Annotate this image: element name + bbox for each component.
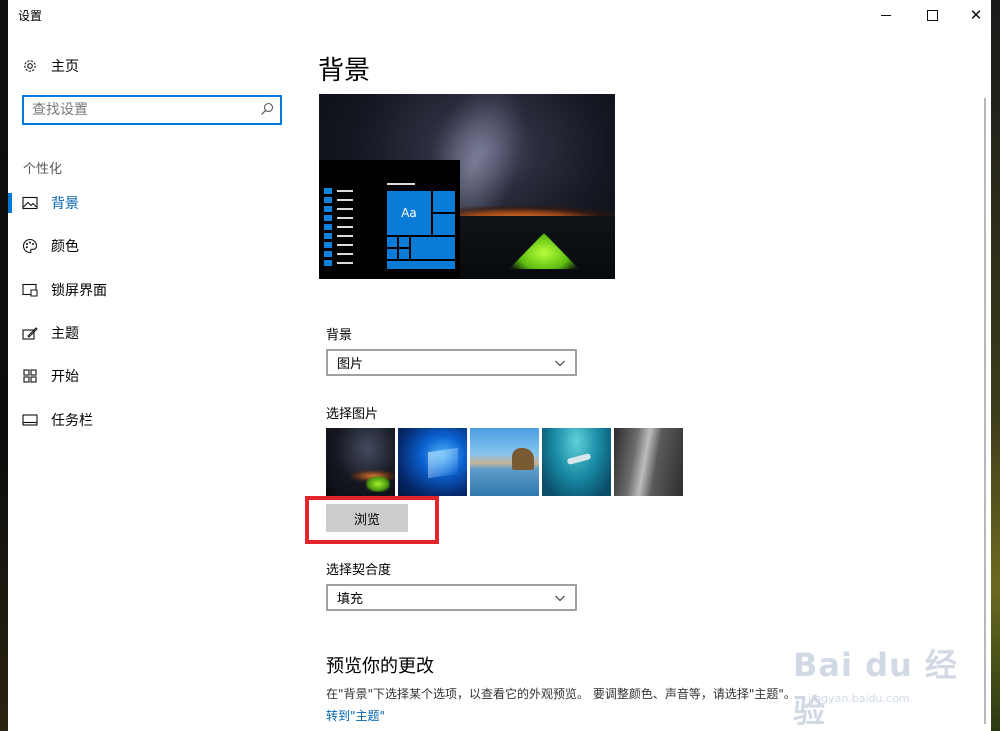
background-type-label: 背景 [326,328,353,343]
baidu-watermark: Bai du 经验 jingyan.baidu.com [768,622,958,730]
preview-tiles-header [387,183,415,185]
desktop-edge-right [991,0,1000,731]
close-button[interactable]: ✕ [953,0,991,30]
sidebar-home-label: 主页 [51,59,79,75]
sidebar-item-themes[interactable]: 主题 [8,315,298,351]
desktop-edge-left [0,0,8,731]
lock-screen-icon [22,282,38,298]
page-title: 背景 [318,56,371,86]
thumbnail-beach-rock[interactable] [470,428,539,496]
background-type-value: 图片 [337,357,364,372]
settings-window: 设置 ✕ 主页 个性化 背景 [8,0,991,731]
sidebar: 主页 个性化 背景 颜色 锁屏界面 [8,30,298,731]
fit-value: 填充 [337,592,364,607]
theme-icon [22,325,38,341]
goto-themes-link[interactable]: 转到"主题" [326,707,385,724]
window-title: 设置 [18,9,43,23]
highlight-box [305,496,439,544]
taskbar-icon [22,412,38,428]
chevron-down-icon [555,595,565,601]
choose-picture-label: 选择图片 [326,407,379,422]
fit-label: 选择契合度 [326,563,392,578]
sidebar-item-colors[interactable]: 颜色 [8,228,298,264]
background-type-dropdown[interactable]: 图片 [326,349,577,376]
sidebar-item-background[interactable]: 背景 [8,185,298,221]
preview-tiles: Aa [387,191,455,269]
sidebar-item-start[interactable]: 开始 [8,358,298,394]
section-label-personalization: 个性化 [23,162,63,177]
close-icon: ✕ [969,5,983,24]
sidebar-home[interactable]: 主页 [22,56,79,76]
sidebar-item-label: 任务栏 [51,413,93,429]
thumbnail-rock-face[interactable] [614,428,683,496]
sidebar-item-label: 颜色 [51,239,79,255]
title-bar[interactable]: 设置 ✕ [8,0,991,30]
chevron-down-icon [555,360,565,366]
thumbnail-night-tent[interactable] [326,428,395,496]
sidebar-item-label: 开始 [51,369,79,385]
watermark-text: Bai du 经验 [793,646,958,730]
sidebar-item-label: 锁屏界面 [51,283,107,299]
search-icon[interactable] [260,102,274,116]
picture-icon [22,195,38,211]
start-icon [22,368,38,384]
sidebar-item-lock-screen[interactable]: 锁屏界面 [8,272,298,308]
fit-dropdown[interactable]: 填充 [326,584,577,611]
watermark-sub: jingyan.baidu.com [808,692,910,705]
scrollbar[interactable] [984,98,986,724]
thumbnail-underwater[interactable] [542,428,611,496]
sidebar-item-taskbar[interactable]: 任务栏 [8,402,298,438]
sidebar-item-label: 背景 [51,196,79,212]
search-box[interactable] [22,95,282,125]
preview-description: 在"背景"下选择某个选项，以查看它的外观预览。 要调整颜色、声音等，请选择"主题… [326,687,796,701]
preview-changes-heading: 预览你的更改 [326,656,434,677]
sidebar-item-label: 主题 [51,326,79,342]
minimize-icon [881,14,891,16]
maximize-button[interactable] [909,0,955,30]
minimize-button[interactable] [863,0,909,30]
maximize-icon [926,9,938,21]
preview-tile-aa: Aa [387,191,431,235]
thumbnail-windows-light[interactable] [398,428,467,496]
palette-icon [22,238,38,254]
background-preview: Aa [319,94,615,279]
gear-icon [24,60,36,72]
search-input[interactable] [24,98,252,122]
